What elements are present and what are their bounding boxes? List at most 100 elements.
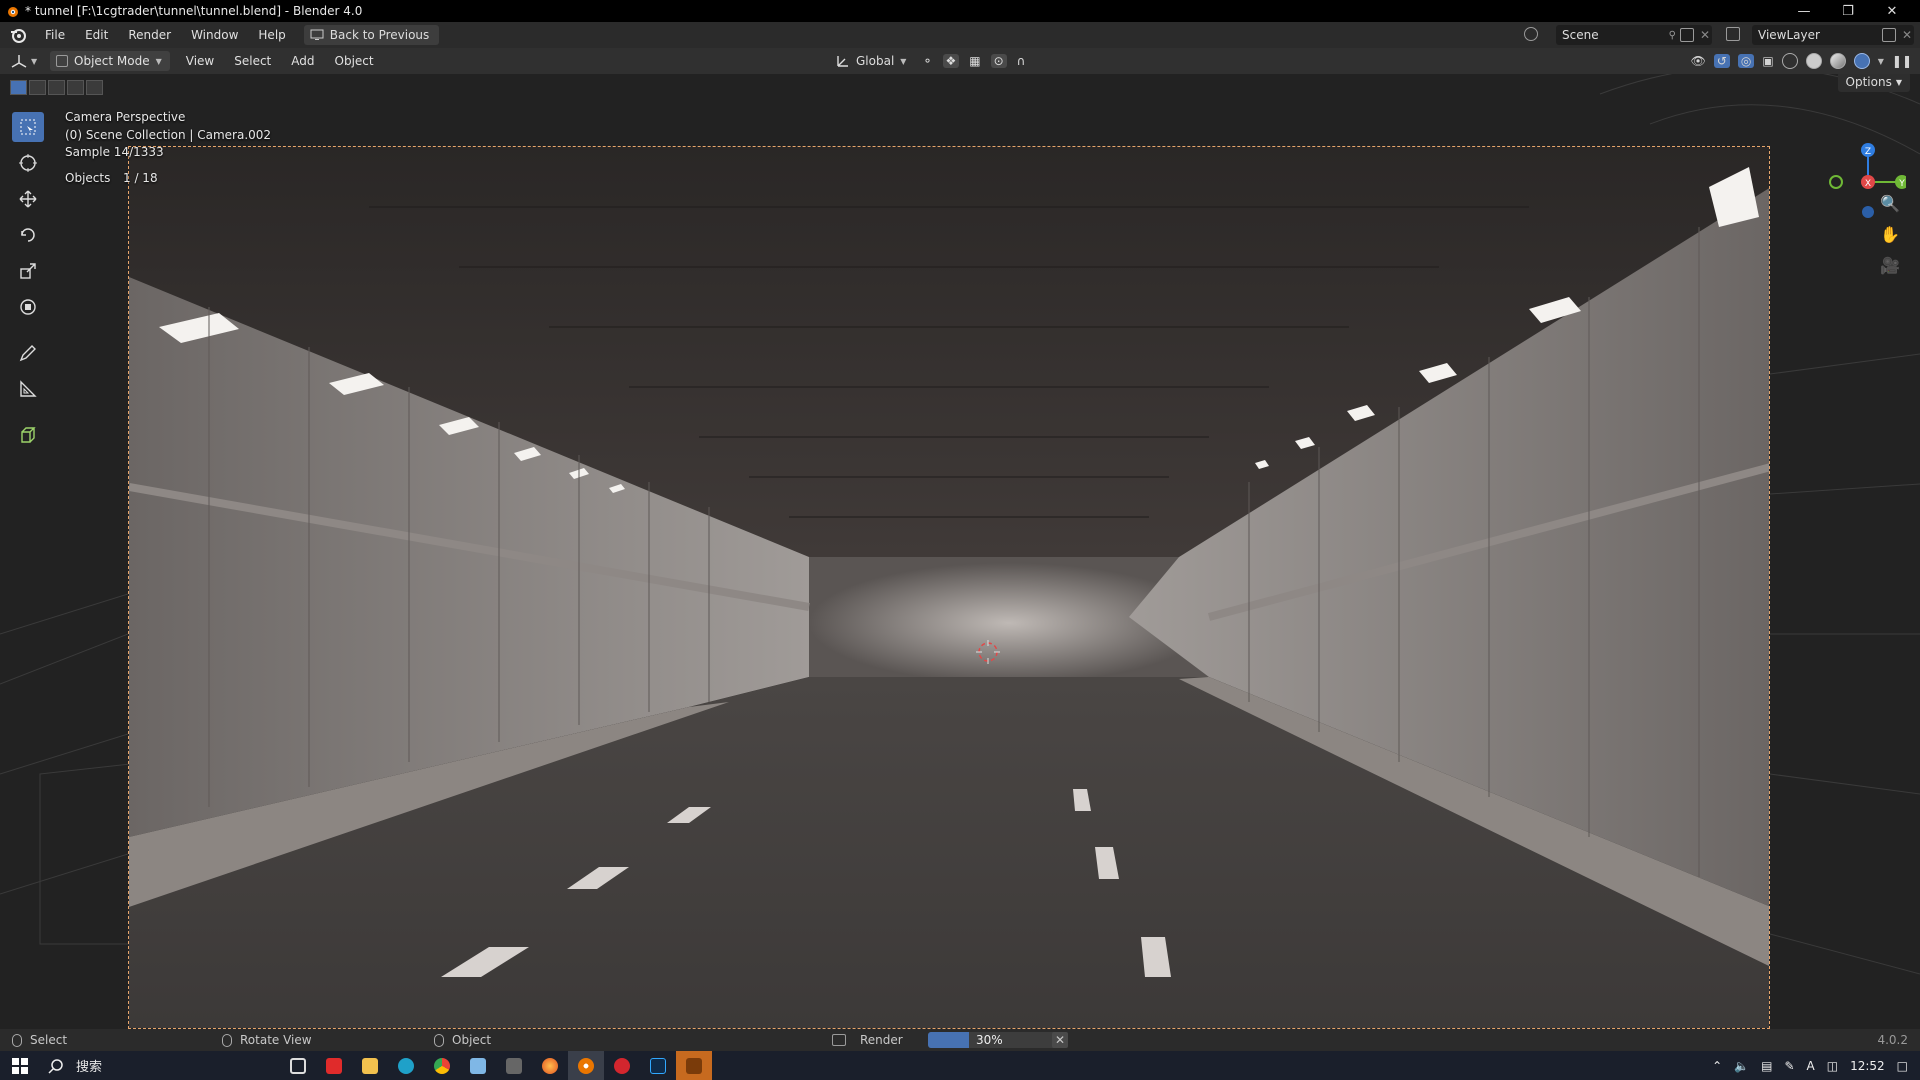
blender-logo-icon[interactable] [9,26,27,44]
add-cube-tool[interactable] [12,420,44,450]
taskbar-app-notepad[interactable] [460,1051,496,1080]
screen-icon [310,29,324,40]
chevron-down-icon[interactable]: ▼ [1878,57,1884,66]
material-preview-icon[interactable] [1829,53,1846,69]
volume-icon[interactable]: 🔈 [1734,1059,1749,1073]
select-box-icon [20,119,36,135]
taskbar-app-blender[interactable] [568,1051,604,1080]
menu-render[interactable]: Render [118,25,181,45]
menu-file[interactable]: File [35,25,75,45]
render-window-app-icon [686,1057,702,1074]
select-intersect-icon[interactable] [86,80,103,95]
pause-render-icon[interactable]: ❚❚ [1892,54,1912,68]
measure-tool[interactable] [12,374,44,404]
wireframe-shading-icon[interactable] [1781,53,1798,69]
delete-scene-icon[interactable]: ✕ [1700,28,1710,42]
taskbar-app-chrome[interactable] [424,1051,460,1080]
proportional-edit-icon[interactable]: ⊙ [990,54,1007,68]
new-scene-icon[interactable] [1680,28,1694,42]
shield-icon[interactable]: ◫ [1827,1059,1838,1073]
object-mode-dropdown[interactable]: Object Mode ▼ [50,51,170,71]
view-layer-browse-button[interactable] [1726,27,1740,44]
options-dropdown[interactable]: Options ▼ [1837,74,1910,92]
camera-render-frame [128,146,1770,1029]
move-tool[interactable] [12,184,44,214]
pin-scene-icon[interactable]: ⚲ [1669,30,1676,41]
select-box-tool[interactable] [12,112,44,142]
notification-icon[interactable]: □ [1897,1059,1908,1073]
status-bar: Select Rotate View Object Render 30% ✕ 4… [0,1029,1920,1051]
menu-select[interactable]: Select [224,54,281,68]
taskbar-app-edge[interactable] [388,1051,424,1080]
menu-edit[interactable]: Edit [75,25,118,45]
taskbar-search[interactable]: 搜索 [40,1056,280,1075]
scene-selector[interactable]: Scene ⚲ ✕ [1556,25,1712,45]
rotate-tool[interactable] [12,220,44,250]
scale-tool[interactable] [12,256,44,286]
new-view-layer-icon[interactable] [1882,28,1896,42]
chrome-app-icon [434,1057,450,1074]
ime-indicator[interactable]: A [1807,1059,1815,1073]
select-invert-icon[interactable] [67,80,84,95]
task-view-button[interactable] [280,1051,316,1080]
taskbar-app-photoshop[interactable] [640,1051,676,1080]
taskbar-app-youdao[interactable] [316,1051,352,1080]
pan-hand-icon[interactable]: ✋ [1880,225,1900,244]
close-window-button[interactable]: ✕ [1870,0,1914,22]
select-extend-icon[interactable] [29,80,46,95]
view-layer-name: ViewLayer [1758,28,1820,42]
network-icon[interactable]: ▤ [1761,1059,1772,1073]
visibility-eye-icon[interactable]: 👁 [1691,54,1706,68]
cursor-tool[interactable] [12,148,44,178]
status-select-hint: Select [12,1033,67,1047]
editor-type-button[interactable]: ▼ [10,51,42,71]
taskbar-app-blender-render[interactable] [676,1051,712,1080]
cancel-render-button[interactable]: ✕ [1052,1032,1068,1048]
scene-browse-button[interactable] [1524,27,1538,41]
search-label: 搜索 [76,1060,103,1075]
select-new-icon[interactable] [10,80,27,95]
gizmo-toggle-icon[interactable]: ↺ [1713,54,1730,68]
overlays-toggle-icon[interactable]: ◎ [1737,54,1755,68]
taskbar-app-netease[interactable] [604,1051,640,1080]
transform-tool[interactable] [12,292,44,322]
start-button[interactable] [0,1057,40,1074]
select-subtract-icon[interactable] [48,80,65,95]
rotate-icon [21,228,35,242]
camera-view-icon[interactable]: 🎥 [1880,256,1900,275]
object-mode-icon [56,55,68,67]
solid-shading-icon[interactable] [1805,53,1822,69]
snap-increment-icon[interactable]: ▦ [969,54,980,68]
chevron-down-icon: ▼ [1895,77,1902,87]
tool-shelf [10,112,46,450]
back-to-previous-label: Back to Previous [329,28,430,42]
pen-icon[interactable]: ✎ [1784,1059,1794,1073]
back-to-previous-button[interactable]: Back to Previous [303,25,440,45]
taskbar-app-explorer[interactable] [352,1051,388,1080]
snap-toggle-icon[interactable]: ❖ [942,54,960,68]
minimize-button[interactable]: — [1782,0,1826,22]
youdao-app-icon [326,1057,342,1074]
menu-view[interactable]: View [176,54,224,68]
menu-add[interactable]: Add [281,54,324,68]
transform-orientation-dropdown[interactable]: Global ▼ [836,54,906,68]
falloff-curve-icon[interactable]: ∩ [1017,54,1026,68]
menu-help[interactable]: Help [248,25,295,45]
3d-viewport[interactable]: Camera Perspective (0) Scene Collection … [0,74,1920,1029]
rendered-shading-icon[interactable] [1853,53,1870,69]
active-collection-info: (0) Scene Collection | Camera.002 [65,128,272,142]
menu-object[interactable]: Object [325,54,384,68]
annotate-tool[interactable] [12,338,44,368]
taskbar-app-firefox[interactable] [532,1051,568,1080]
restore-button[interactable]: ❐ [1826,0,1870,22]
clock-time[interactable]: 12:52 [1850,1059,1885,1073]
view-layer-selector[interactable]: ViewLayer ✕ [1752,25,1914,45]
pivot-point-icon[interactable]: ⚬ [922,54,932,68]
menu-window[interactable]: Window [181,25,248,45]
tray-expand-icon[interactable]: ⌃ [1712,1059,1722,1073]
taskbar-app-calculator[interactable] [496,1051,532,1080]
xray-toggle-icon[interactable]: ▣ [1762,54,1773,68]
delete-view-layer-icon[interactable]: ✕ [1902,28,1912,42]
windows-logo-icon [12,1057,28,1074]
zoom-icon[interactable]: 🔍 [1880,194,1900,213]
